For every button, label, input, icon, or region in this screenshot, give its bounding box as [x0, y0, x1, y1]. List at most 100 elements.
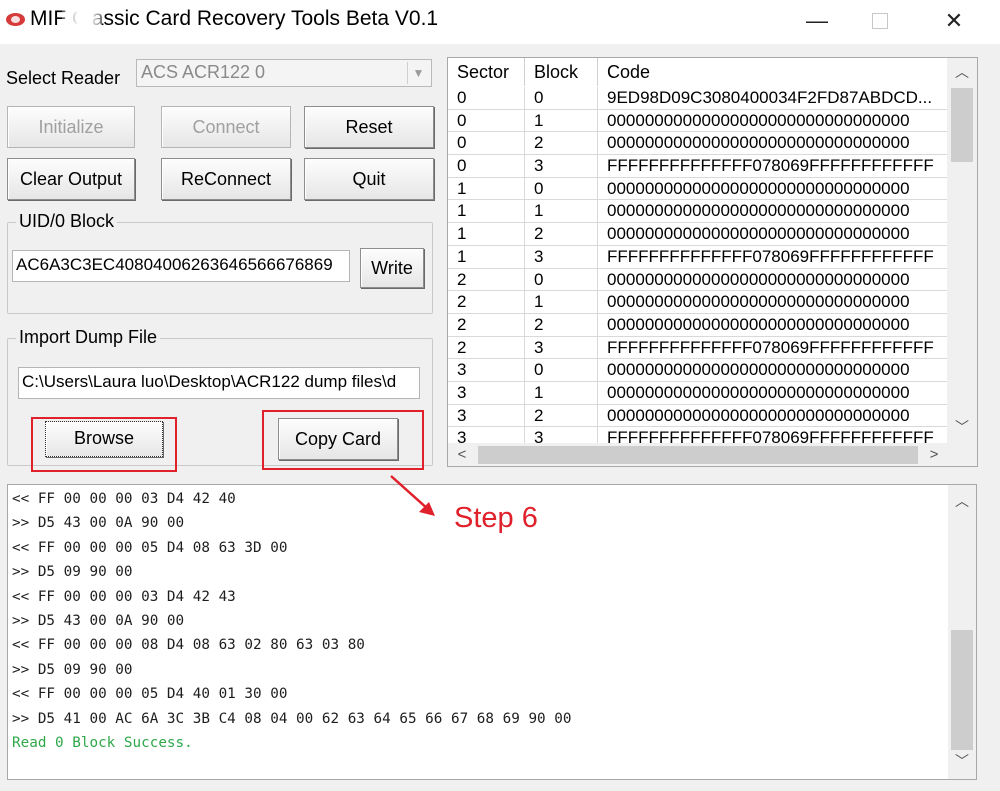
cell-code: 00000000000000000000000000000000 — [598, 177, 948, 200]
table-row[interactable]: 2 2 00000000000000000000000000000000 — [448, 313, 948, 337]
close-button[interactable]: ✕ — [934, 6, 974, 36]
scroll-down-icon[interactable]: ﹀ — [948, 751, 976, 775]
table-row[interactable]: 3 3 FFFFFFFFFFFFFF078069FFFFFFFFFFFF — [448, 427, 948, 443]
output-line: >> D5 09 90 00 — [12, 564, 133, 581]
cell-code: FFFFFFFFFFFFFF078069FFFFFFFFFFFF — [598, 336, 948, 359]
output-line: >> D5 09 90 00 — [12, 661, 133, 678]
reset-button[interactable]: Reset — [304, 106, 434, 148]
cell-sector: 1 — [448, 223, 525, 245]
output-line: << FF 00 00 00 08 D4 08 63 02 80 63 03 8… — [12, 637, 365, 654]
cell-block: 3 — [525, 336, 598, 359]
cell-code: 00000000000000000000000000000000 — [598, 109, 948, 132]
app-icon — [6, 13, 25, 26]
table-row[interactable]: 1 2 00000000000000000000000000000000 — [448, 223, 948, 246]
cell-block: 2 — [525, 132, 598, 155]
cell-code: 00000000000000000000000000000000 — [598, 223, 948, 245]
cell-code: 00000000000000000000000000000000 — [598, 200, 948, 223]
table-row[interactable]: 1 3 FFFFFFFFFFFFFF078069FFFFFFFFFFFF — [448, 245, 948, 269]
output-line: << FF 00 00 00 03 D4 42 40 — [12, 491, 236, 507]
output-line: >> D5 43 00 0A 90 00 — [12, 613, 185, 629]
cell-sector: 1 — [448, 245, 525, 268]
cell-code: 9ED98D09C3080400034F2FD87ABDCD... — [598, 87, 948, 109]
cell-block: 1 — [525, 200, 598, 223]
cell-code: 00000000000000000000000000000000 — [598, 404, 948, 427]
table-row[interactable]: 1 1 00000000000000000000000000000000 — [448, 200, 948, 224]
cell-code: 00000000000000000000000000000000 — [598, 268, 948, 291]
table-row[interactable]: 3 2 00000000000000000000000000000000 — [448, 404, 948, 428]
table-row[interactable]: 1 0 00000000000000000000000000000000 — [448, 177, 948, 201]
table-row[interactable]: 3 1 00000000000000000000000000000000 — [448, 381, 948, 405]
table-row[interactable]: 0 1 00000000000000000000000000000000 — [448, 109, 948, 133]
cell-code: 00000000000000000000000000000000 — [598, 313, 948, 336]
cell-code: 00000000000000000000000000000000 — [598, 381, 948, 404]
table-row[interactable]: 0 2 00000000000000000000000000000000 — [448, 132, 948, 156]
dropdown-arrow-icon[interactable]: ▼ — [407, 62, 429, 84]
column-header-sector[interactable]: Sector — [448, 58, 525, 86]
title-redaction — [62, 8, 102, 34]
minimize-button[interactable]: — — [797, 6, 837, 36]
cell-code: 00000000000000000000000000000000 — [598, 359, 948, 381]
dump-file-path-input[interactable]: C:\Users\Laura luo\Desktop\ACR122 dump f… — [18, 367, 420, 399]
cell-block: 1 — [525, 109, 598, 132]
cell-block: 3 — [525, 155, 598, 177]
step-annotation-label: Step 6 — [454, 502, 538, 534]
scroll-up-icon[interactable]: ︿ — [947, 62, 977, 86]
initialize-button[interactable]: Initialize — [7, 106, 135, 148]
uid-block-input[interactable]: AC6A3C3EC40804006263646566676869 — [12, 250, 350, 282]
table-row[interactable]: 2 3 FFFFFFFFFFFFFF078069FFFFFFFFFFFF — [448, 336, 948, 360]
table-row[interactable]: 0 0 9ED98D09C3080400034F2FD87ABDCD... — [448, 87, 948, 110]
output-vertical-scrollbar[interactable]: ︿ ﹀ — [948, 485, 976, 779]
cell-sector: 2 — [448, 291, 525, 313]
table-row[interactable]: 3 0 00000000000000000000000000000000 — [448, 359, 948, 382]
cell-code: FFFFFFFFFFFFFF078069FFFFFFFFFFFF — [598, 245, 948, 268]
table-row[interactable]: 0 3 FFFFFFFFFFFFFF078069FFFFFFFFFFFF — [448, 155, 948, 178]
table-row[interactable]: 2 0 00000000000000000000000000000000 — [448, 268, 948, 292]
cell-block: 2 — [525, 313, 598, 336]
quit-button[interactable]: Quit — [304, 158, 434, 200]
import-dump-title: Import Dump File — [16, 327, 161, 348]
cell-sector: 3 — [448, 427, 525, 443]
cell-sector: 0 — [448, 109, 525, 132]
output-scroll-thumb[interactable] — [951, 630, 973, 750]
cell-sector: 2 — [448, 313, 525, 336]
cell-sector: 2 — [448, 336, 525, 359]
column-header-block[interactable]: Block — [525, 58, 598, 86]
cell-sector: 0 — [448, 87, 525, 109]
arrow-annotation-icon — [390, 475, 435, 516]
browse-highlight-box — [31, 417, 177, 472]
sector-block-grid[interactable]: Sector Block Code 0 0 9ED98D09C3080400034F… — [447, 57, 978, 467]
grid-header: Sector Block Code — [448, 58, 948, 86]
reconnect-button[interactable]: ReConnect — [161, 158, 291, 200]
clear-output-button[interactable]: Clear Output — [7, 158, 135, 200]
scroll-down-icon[interactable]: ﹀ — [947, 417, 977, 441]
scroll-right-icon[interactable]: > — [920, 443, 948, 466]
cell-code: FFFFFFFFFFFFFF078069FFFFFFFFFFFF — [598, 155, 948, 177]
output-line: << FF 00 00 00 05 D4 40 01 30 00 — [12, 686, 288, 703]
table-row[interactable]: 2 1 00000000000000000000000000000000 — [448, 291, 948, 314]
grid-horizontal-scroll-thumb[interactable] — [478, 446, 918, 464]
cell-block: 1 — [525, 381, 598, 404]
reader-select[interactable]: ACS ACR122 0 ▼ — [136, 59, 432, 87]
cell-sector: 3 — [448, 404, 525, 427]
connect-button[interactable]: Connect — [161, 106, 291, 148]
output-line: >> D5 41 00 AC 6A 3C 3B C4 08 04 00 62 6… — [12, 710, 572, 727]
cell-block: 0 — [525, 359, 598, 381]
maximize-button[interactable] — [860, 6, 900, 36]
column-header-code[interactable]: Code — [598, 58, 948, 86]
write-button[interactable]: Write — [360, 248, 424, 288]
grid-vertical-scroll-thumb[interactable] — [951, 88, 973, 162]
cell-sector: 1 — [448, 177, 525, 200]
grid-vertical-scrollbar[interactable]: ︿ ﹀ — [947, 58, 977, 443]
scroll-up-icon[interactable]: ︿ — [948, 491, 976, 515]
cell-block: 3 — [525, 427, 598, 443]
grid-horizontal-scrollbar[interactable]: < > — [448, 443, 977, 466]
output-success-line: Read 0 Block Success. — [12, 735, 193, 751]
copy-card-highlight-box — [262, 410, 424, 470]
scroll-left-icon[interactable]: < — [448, 443, 476, 466]
cell-code: 00000000000000000000000000000000 — [598, 291, 948, 313]
cell-sector: 3 — [448, 381, 525, 404]
output-line: << FF 00 00 00 05 D4 08 63 3D 00 — [12, 539, 288, 556]
cell-sector: 2 — [448, 268, 525, 291]
select-reader-label: Select Reader — [6, 68, 121, 88]
output-line: << FF 00 00 00 03 D4 42 43 — [12, 588, 236, 605]
